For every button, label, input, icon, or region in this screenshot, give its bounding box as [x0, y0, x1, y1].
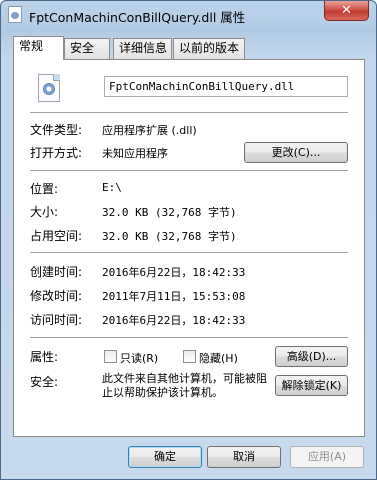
- attributes-label: 属性:: [30, 350, 59, 364]
- dll-file-icon: [8, 6, 22, 23]
- apply-button[interactable]: 应用(A): [290, 446, 364, 468]
- file-name-field[interactable]: FptConMachinConBillQuery.dll: [104, 76, 348, 97]
- window-title: FptConMachinConBillQuery.dll 属性: [29, 10, 246, 25]
- created-label: 创建时间:: [30, 265, 83, 279]
- separator: [30, 252, 348, 253]
- location-label: 位置:: [30, 182, 59, 196]
- opens-with-label: 打开方式:: [30, 146, 83, 160]
- advanced-button[interactable]: 高级(D)...: [275, 346, 348, 367]
- tab-previous-versions[interactable]: 以前的版本: [173, 38, 245, 59]
- cancel-button[interactable]: 取消: [207, 446, 281, 468]
- security-warning-text: 此文件来自其他计算机，可能被阻止以帮助保护该计算机。: [102, 372, 267, 399]
- file-type-label: 文件类型:: [30, 123, 83, 137]
- size-on-disk-value: 32.0 KB (32,768 字节): [102, 230, 237, 243]
- properties-dialog: FptConMachinConBillQuery.dll 属性 ✕ 常规 安全 …: [0, 0, 377, 480]
- separator: [30, 170, 348, 171]
- size-on-disk-label: 占用空间:: [30, 229, 83, 243]
- file-type-value: 应用程序扩展 (.dll): [102, 124, 197, 137]
- dll-file-icon: [38, 74, 60, 102]
- tab-details[interactable]: 详细信息: [113, 38, 172, 59]
- readonly-checkbox[interactable]: [104, 350, 117, 363]
- opens-with-value: 未知应用程序: [102, 147, 168, 160]
- gear-icon: [43, 83, 55, 95]
- close-button[interactable]: ✕: [324, 1, 369, 21]
- ok-button[interactable]: 确定: [128, 446, 202, 468]
- hidden-label[interactable]: 隐藏(H): [199, 350, 238, 366]
- size-label: 大小:: [30, 205, 59, 219]
- security-label: 安全:: [30, 375, 59, 389]
- title-bar[interactable]: FptConMachinConBillQuery.dll 属性 ✕: [1, 1, 376, 29]
- change-button[interactable]: 更改(C)...: [244, 142, 348, 163]
- hidden-checkbox[interactable]: [183, 350, 196, 363]
- created-value: 2016年6月22日，18:42:33: [102, 266, 246, 279]
- location-value: E:\: [102, 181, 122, 194]
- modified-value: 2011年7月11日，15:53:08: [102, 290, 246, 303]
- readonly-label[interactable]: 只读(R): [120, 350, 158, 366]
- separator: [30, 112, 348, 113]
- accessed-value: 2016年6月22日，18:42:33: [102, 314, 246, 327]
- separator: [30, 337, 348, 338]
- tab-security[interactable]: 安全: [64, 38, 110, 59]
- modified-label: 修改时间:: [30, 289, 83, 303]
- size-value: 32.0 KB (32,768 字节): [102, 206, 237, 219]
- tab-general[interactable]: 常规: [13, 36, 64, 60]
- accessed-label: 访问时间:: [30, 313, 83, 327]
- unblock-button[interactable]: 解除锁定(K): [275, 375, 348, 396]
- general-tab-panel: FptConMachinConBillQuery.dll 文件类型: 应用程序扩…: [13, 59, 365, 437]
